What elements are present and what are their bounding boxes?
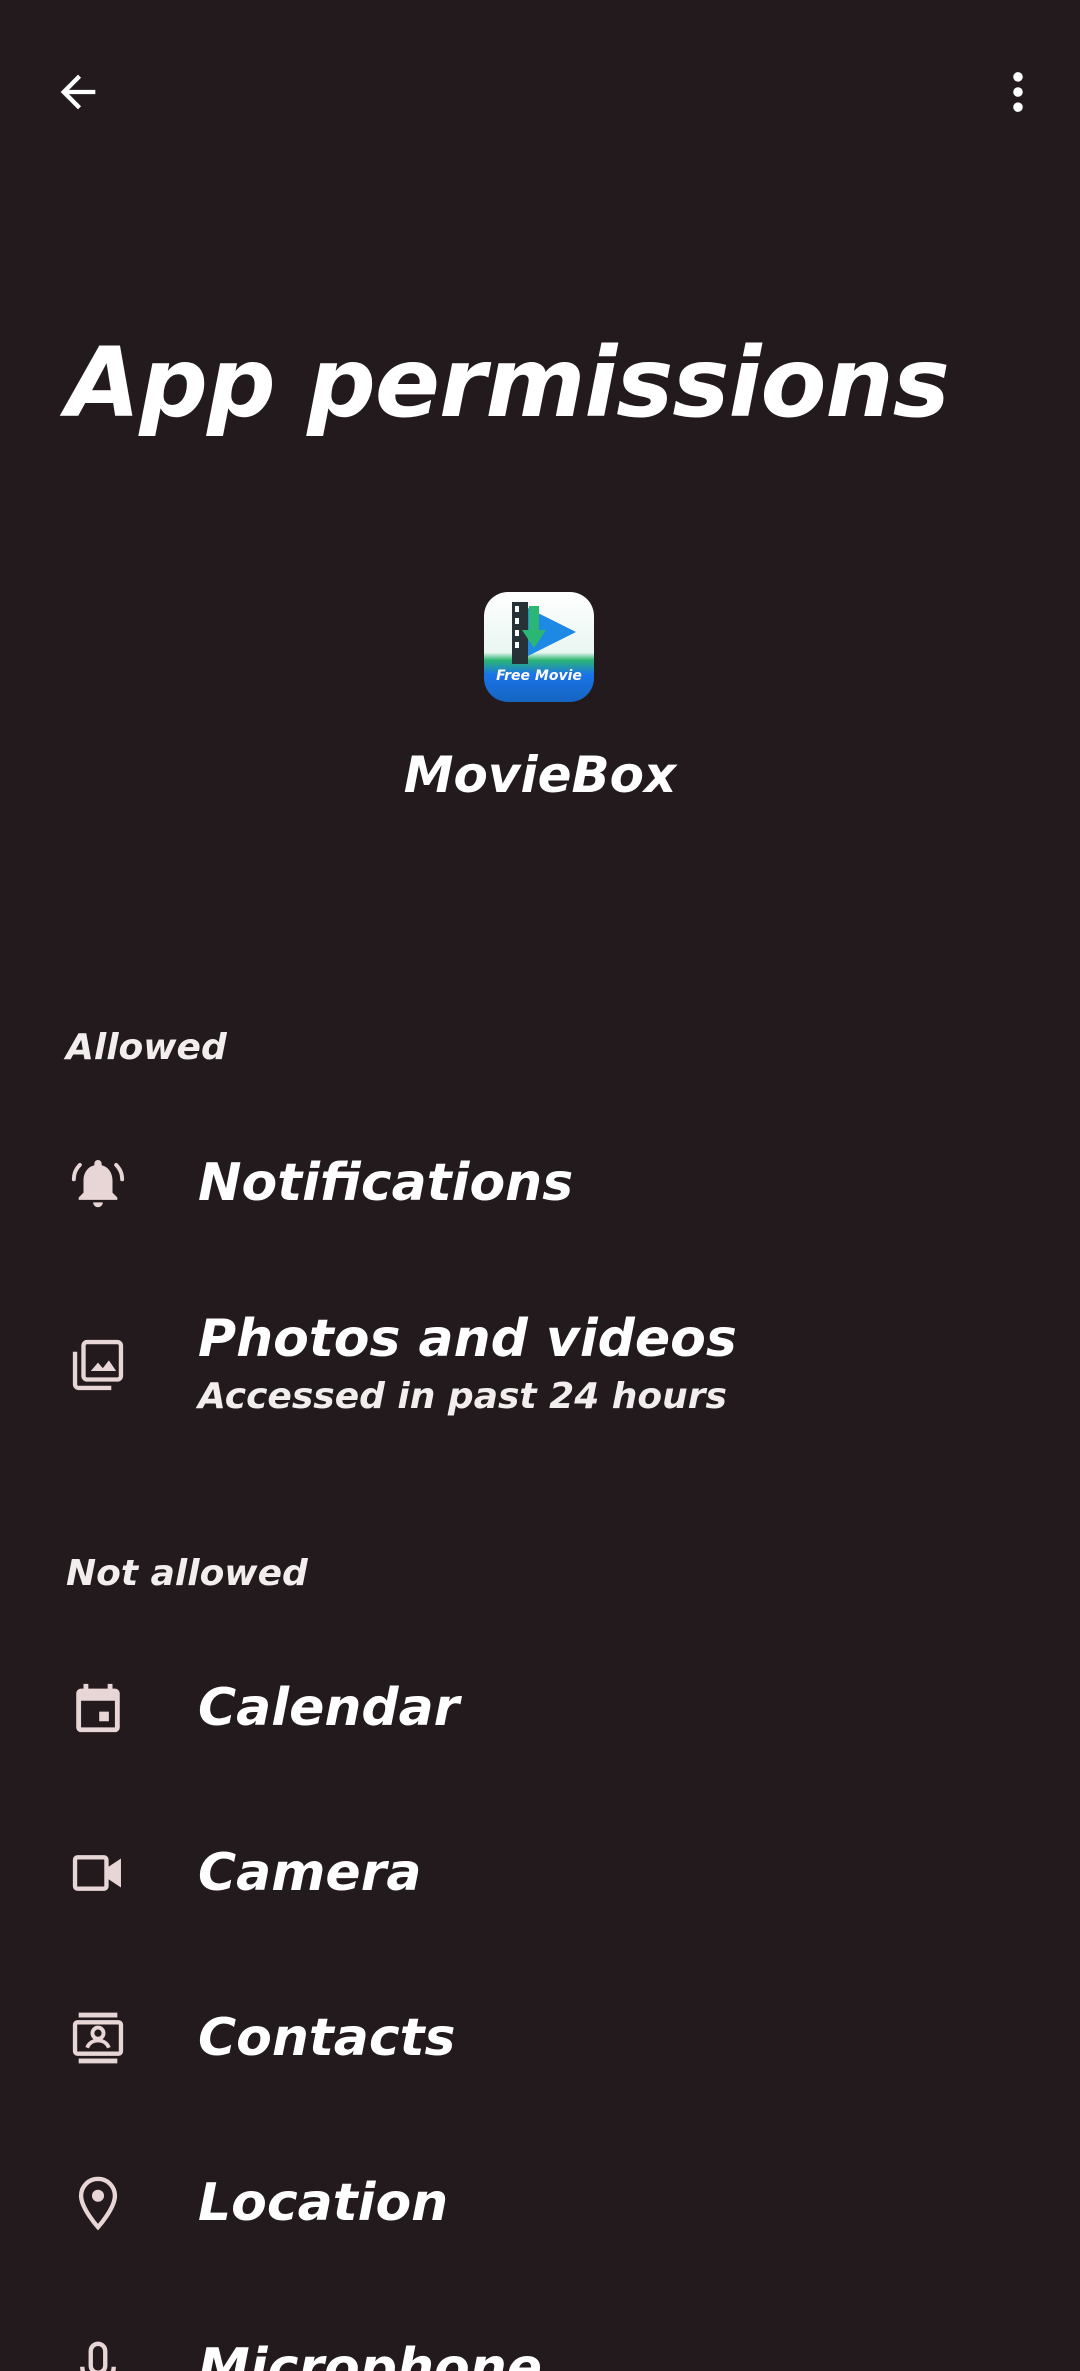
permission-item-location[interactable]: Location — [0, 2128, 1080, 2278]
back-button[interactable] — [38, 52, 118, 132]
contacts-icon — [68, 2008, 128, 2068]
page-title: App permissions — [66, 327, 950, 439]
microphone-icon — [68, 2338, 128, 2371]
bell-icon — [68, 1153, 128, 1213]
permission-label: Microphone — [198, 2338, 543, 2371]
section-header-allowed: Allowed — [66, 1027, 227, 1068]
permission-item-calendar[interactable]: Calendar — [0, 1633, 1080, 1783]
permission-subtitle: Accessed in past 24 hours — [198, 1376, 727, 1417]
permission-item-camera[interactable]: Camera — [0, 1798, 1080, 1948]
more-vert-icon — [1013, 72, 1023, 112]
permission-label: Notifications — [198, 1153, 574, 1213]
arrow-left-icon — [60, 74, 96, 110]
calendar-icon — [68, 1678, 128, 1738]
more-options-button[interactable] — [978, 52, 1058, 132]
camera-icon — [68, 1843, 128, 1903]
permission-label: Location — [198, 2173, 449, 2233]
app-icon-text: Free Movie — [496, 668, 582, 684]
app-permissions-screen: App permissions Free Movie MovieBox Allo… — [0, 0, 1080, 2371]
permission-label: Contacts — [198, 2008, 456, 2068]
permission-label: Camera — [198, 1843, 422, 1903]
top-app-bar — [0, 0, 1080, 185]
permission-label: Calendar — [198, 1678, 460, 1738]
location-icon — [68, 2173, 128, 2233]
permission-item-microphone[interactable]: Microphone — [0, 2293, 1080, 2371]
permission-item-contacts[interactable]: Contacts — [0, 1963, 1080, 2113]
app-name: MovieBox — [403, 746, 677, 804]
section-header-not-allowed: Not allowed — [66, 1553, 308, 1594]
permission-label: Photos and videos — [198, 1309, 737, 1369]
permission-item-notifications[interactable]: Notifications — [0, 1108, 1080, 1258]
photo-library-icon — [68, 1335, 128, 1395]
permission-item-photos-videos[interactable]: Photos and videos Accessed in past 24 ho… — [0, 1290, 1080, 1460]
